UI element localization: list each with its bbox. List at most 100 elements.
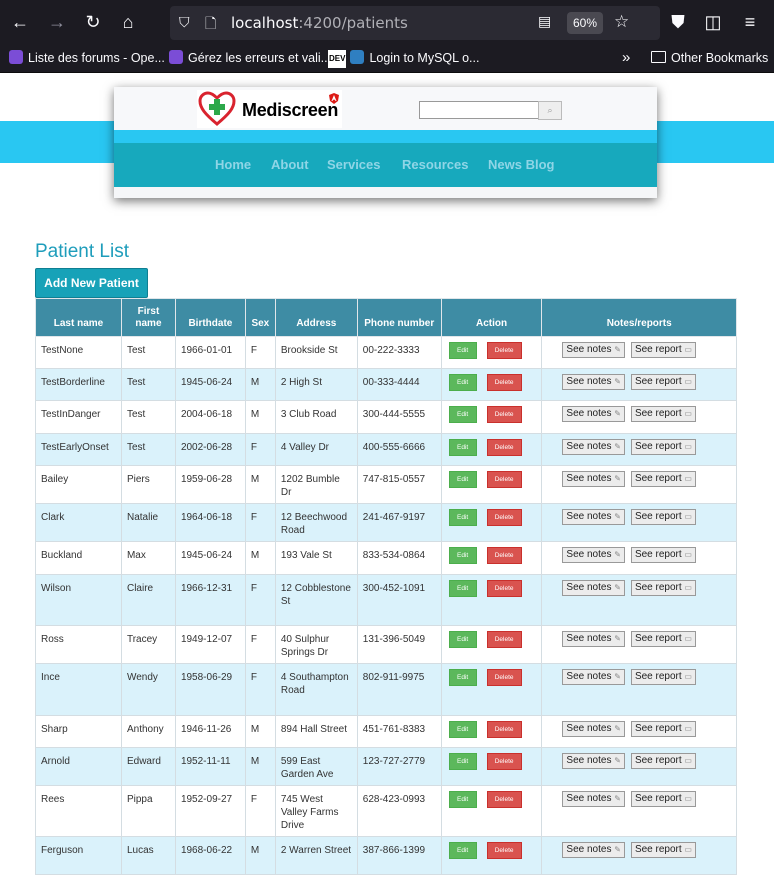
delete-button[interactable]: Delete [486,842,522,859]
shield-icon[interactable]: ⛉ [179,14,190,31]
reader-view-icon[interactable]: ▤ [538,13,551,30]
see-notes-button[interactable]: See notes ✎ [562,439,625,455]
see-report-button[interactable]: See report ▭ [630,509,696,525]
report-icon: ▭ [684,442,692,451]
delete-button[interactable]: Delete [486,791,522,808]
see-report-button[interactable]: See report ▭ [630,842,696,858]
edit-button[interactable]: Edit [448,669,477,686]
edit-button[interactable]: Edit [448,721,477,738]
see-report-button[interactable]: See report ▭ [630,406,696,422]
cell-sex: M [244,747,276,786]
url-text[interactable]: localhost:4200/patients [231,14,408,32]
see-notes-button[interactable]: See notes ✎ [562,471,625,487]
see-notes-button[interactable]: See notes ✎ [562,547,625,563]
see-report-button[interactable]: See report ▭ [630,342,696,358]
nav-home[interactable]: Home [215,157,251,172]
zoom-level[interactable]: 60% [567,12,603,34]
nav-services[interactable]: Services [327,157,381,172]
reload-icon[interactable]: ↻ [81,10,105,34]
bookmark-item[interactable]: Gérez les erreurs et vali... [169,49,331,67]
note-icon: ✎ [614,442,621,451]
delete-button[interactable]: Delete [486,509,522,526]
nav-resources[interactable]: Resources [402,157,468,172]
edit-button[interactable]: Edit [448,406,477,423]
see-report-label: See report [634,408,682,419]
add-patient-button[interactable]: Add New Patient [35,268,148,298]
see-report-button[interactable]: See report ▭ [630,669,696,685]
see-report-button[interactable]: See report ▭ [630,471,696,487]
edit-button[interactable]: Edit [448,580,477,597]
see-report-button[interactable]: See report ▭ [630,580,696,596]
sidebar-icon[interactable]: ◫ [701,10,725,34]
see-notes-button[interactable]: See notes ✎ [562,374,625,390]
see-report-button[interactable]: See report ▭ [630,631,696,647]
edit-button[interactable]: Edit [448,439,477,456]
see-report-button[interactable]: See report ▭ [630,753,696,769]
edit-button[interactable]: Edit [448,509,477,526]
cell-phone: 123-727-2779 [356,747,442,786]
see-notes-button[interactable]: See notes ✎ [562,342,625,358]
edit-button[interactable]: Edit [448,842,477,859]
delete-button[interactable]: Delete [486,439,522,456]
see-notes-button[interactable]: See notes ✎ [562,753,625,769]
see-notes-button[interactable]: See notes ✎ [562,580,625,596]
delete-button[interactable]: Delete [486,374,522,391]
edit-button[interactable]: Edit [448,471,477,488]
search-button[interactable]: ⌕ [538,101,562,120]
edit-button[interactable]: Edit [448,374,477,391]
bookmark-star-icon[interactable]: ☆ [614,12,629,32]
see-report-button[interactable]: See report ▭ [630,374,696,390]
back-icon[interactable]: ← [8,10,32,34]
report-icon: ▭ [684,512,692,521]
site-logo[interactable]: Mediscreen [197,90,342,128]
delete-button[interactable]: Delete [486,669,522,686]
delete-button[interactable]: Delete [486,342,522,359]
report-icon: ▭ [684,345,692,354]
delete-button[interactable]: Delete [486,547,522,564]
search-input[interactable] [419,101,539,119]
cell-birthdate: 1949-12-07 [174,625,246,664]
see-notes-button[interactable]: See notes ✎ [562,509,625,525]
delete-button[interactable]: Delete [486,580,522,597]
bookmark-item[interactable]: Liste des forums - Ope... [9,49,165,67]
edit-button[interactable]: Edit [448,547,477,564]
edit-button[interactable]: Edit [448,631,477,648]
see-report-label: See report [634,549,682,560]
see-notes-button[interactable]: See notes ✎ [562,669,625,685]
cell-birthdate: 1968-06-22 [174,836,246,875]
menu-icon[interactable]: ≡ [738,10,762,34]
edit-button[interactable]: Edit [448,791,477,808]
see-notes-button[interactable]: See notes ✎ [562,842,625,858]
nav-about[interactable]: About [271,157,309,172]
delete-button[interactable]: Delete [486,406,522,423]
report-icon: ▭ [684,409,692,418]
pocket-icon[interactable]: ⛊ [666,10,690,34]
bookmarks-overflow-icon[interactable]: » [622,49,630,67]
home-icon[interactable]: ⌂ [116,10,140,34]
delete-button[interactable]: Delete [486,631,522,648]
url-bar[interactable]: ⛉ 🗋 localhost:4200/patients ▤ 60% ☆ [170,6,660,40]
delete-button[interactable]: Delete [486,471,522,488]
see-report-button[interactable]: See report ▭ [630,547,696,563]
page-info-icon[interactable]: 🗋 [205,13,216,37]
edit-button[interactable]: Edit [448,753,477,770]
cell-action: Edit Delete [440,336,543,369]
cell-address: 3 Club Road [274,400,358,434]
nav-news-blog[interactable]: News Blog [488,157,554,172]
bookmark-item[interactable]: DEV Login to MySQL o... [328,49,479,68]
delete-button[interactable]: Delete [486,721,522,738]
see-notes-button[interactable]: See notes ✎ [562,631,625,647]
see-notes-button[interactable]: See notes ✎ [562,791,625,807]
forward-icon[interactable]: → [45,10,69,34]
other-bookmarks[interactable]: Other Bookmarks [651,49,768,67]
delete-button[interactable]: Delete [486,753,522,770]
edit-button[interactable]: Edit [448,342,477,359]
cell-sex: F [244,336,276,369]
see-report-button[interactable]: See report ▭ [630,439,696,455]
see-report-button[interactable]: See report ▭ [630,721,696,737]
see-report-label: See report [634,793,682,804]
see-notes-button[interactable]: See notes ✎ [562,406,625,422]
see-report-button[interactable]: See report ▭ [630,791,696,807]
see-notes-button[interactable]: See notes ✎ [562,721,625,737]
see-notes-label: See notes [566,511,612,522]
